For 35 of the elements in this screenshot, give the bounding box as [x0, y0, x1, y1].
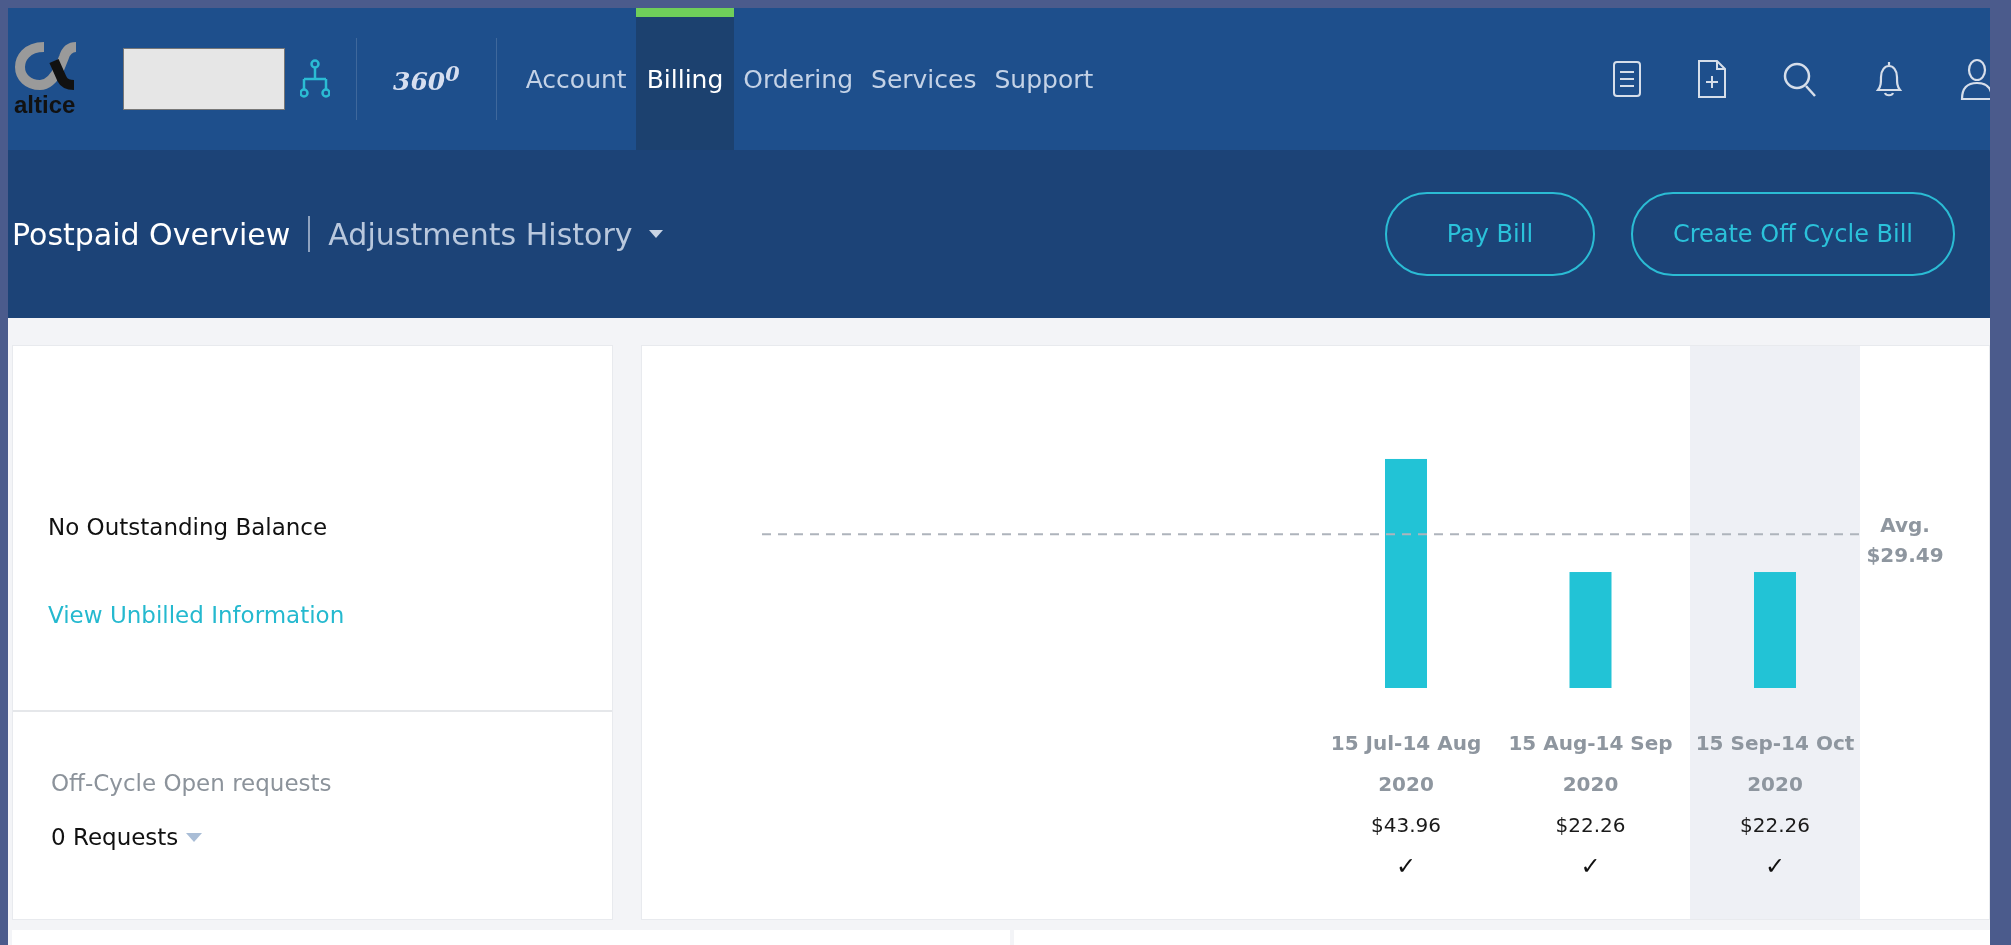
product-label[interactable]: 360$^{0}$	[393, 61, 460, 97]
amount-label: $22.26	[1555, 813, 1626, 837]
nav-tab[interactable]: Support	[985, 8, 1103, 150]
period-label: 15 Jul-14 Aug	[1330, 731, 1481, 755]
document-icon[interactable]	[1612, 59, 1642, 99]
view-tab[interactable]: Postpaid Overview	[12, 216, 291, 252]
action-button[interactable]: Create Off Cycle Bill	[1630, 192, 1955, 276]
amount-label: $43.96	[1370, 813, 1441, 837]
user-icon[interactable]	[1960, 57, 1990, 101]
add-file-icon[interactable]	[1697, 59, 1727, 99]
period-year: 2020	[1377, 772, 1434, 796]
caret-icon[interactable]	[648, 230, 663, 238]
period-label: 15 Aug-14 Sep	[1508, 731, 1673, 755]
view-tab[interactable]: Adjustments History	[328, 216, 633, 252]
bell-icon[interactable]	[1873, 59, 1905, 99]
period-year: 2020	[1746, 772, 1803, 796]
nav-tab[interactable]: Billing	[635, 8, 735, 150]
paid-check: ✓	[1580, 852, 1601, 880]
amount-label: $22.26	[1739, 813, 1810, 837]
requests-dropdown[interactable]: 0 Requests	[51, 824, 179, 850]
paid-check: ✓	[1764, 852, 1785, 880]
logo-icon	[14, 41, 78, 91]
section-title: Off-Cycle Open requests	[51, 770, 333, 796]
action-button[interactable]: Pay Bill	[1384, 192, 1595, 276]
period-year: 2020	[1562, 772, 1619, 796]
balance-status: No Outstanding Balance	[48, 514, 329, 540]
nav-tab[interactable]: Account	[516, 8, 636, 150]
nav-tab[interactable]: Services	[862, 8, 986, 150]
brand-name: altice	[14, 93, 76, 117]
period-label: 15 Sep-14 Oct	[1695, 731, 1855, 755]
paid-check: ✓	[1395, 852, 1416, 880]
average-amount: $29.49	[1866, 543, 1944, 568]
hierarchy-icon[interactable]	[300, 59, 330, 99]
average-label: Avg.	[1879, 513, 1930, 538]
nav-tab[interactable]: Ordering	[734, 8, 862, 150]
